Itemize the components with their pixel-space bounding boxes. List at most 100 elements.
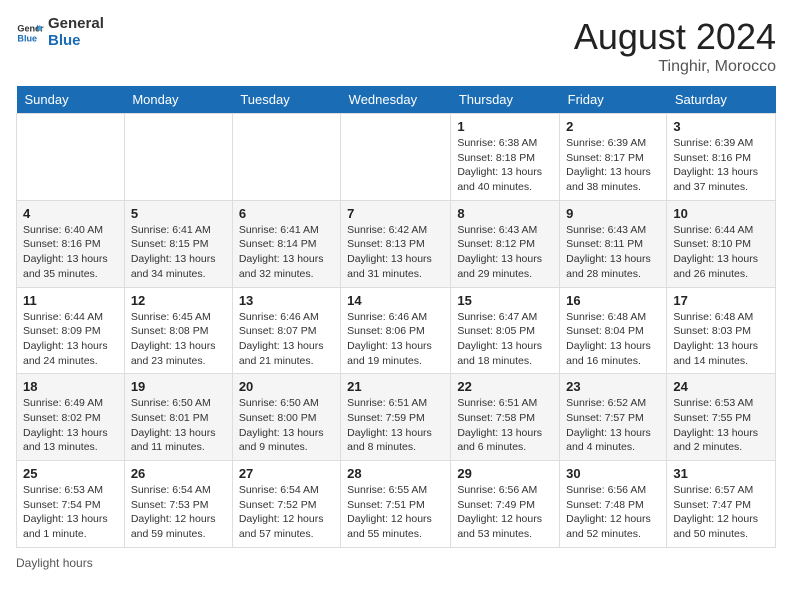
day-info: Sunrise: 6:41 AM Sunset: 8:14 PM Dayligh… [239,223,334,282]
day-info: Sunrise: 6:46 AM Sunset: 8:07 PM Dayligh… [239,310,334,369]
day-cell: 13Sunrise: 6:46 AM Sunset: 8:07 PM Dayli… [232,287,340,374]
title-area: August 2024 Tinghir, Morocco [574,16,776,76]
day-cell: 1 Sunrise: 6:38 AM Sunset: 8:18 PM Daylig… [451,114,560,201]
weekday-header-thursday: Thursday [451,86,560,114]
day-cell: 23 Sunrise: 6:52 AM Sunset: 7:57 PM Dayli… [560,374,667,461]
day-number: 14 [347,293,444,308]
day-number: 26 [131,466,226,481]
day-cell: 7Sunrise: 6:42 AM Sunset: 8:13 PM Daylig… [341,200,451,287]
weekday-header-row: SundayMondayTuesdayWednesdayThursdayFrid… [17,86,776,114]
day-info: Sunrise: 6:54 AM Sunset: 7:52 PM Dayligh… [239,483,334,542]
day-cell: 21Sunrise: 6:51 AM Sunset: 7:59 PM Dayli… [341,374,451,461]
day-info: Sunrise: 6:45 AM Sunset: 8:08 PM Dayligh… [131,310,226,369]
day-number: 6 [239,206,334,221]
week-row-1: 1 Sunrise: 6:38 AM Sunset: 8:18 PM Daylig… [17,114,776,201]
day-number: 11 [23,293,118,308]
logo-icon: General Blue [16,19,44,47]
day-info: Sunrise: 6:57 AM Sunset: 7:47 PM Dayligh… [673,483,769,542]
day-cell [341,114,451,201]
footer-note: Daylight hours [16,556,776,570]
day-number: 2 [566,119,660,134]
day-number: 16 [566,293,660,308]
day-number: 9 [566,206,660,221]
day-cell: 20Sunrise: 6:50 AM Sunset: 8:00 PM Dayli… [232,374,340,461]
day-number: 12 [131,293,226,308]
day-cell: 30Sunrise: 6:56 AM Sunset: 7:48 PM Dayli… [560,461,667,548]
day-cell: 9 Sunrise: 6:43 AM Sunset: 8:11 PM Daylig… [560,200,667,287]
day-number: 24 [673,379,769,394]
day-info: Sunrise: 6:48 AM Sunset: 8:03 PM Dayligh… [673,310,769,369]
day-info: Sunrise: 6:49 AM Sunset: 8:02 PM Dayligh… [23,396,118,455]
day-info: Sunrise: 6:39 AM Sunset: 8:16 PM Dayligh… [673,136,769,195]
weekday-header-tuesday: Tuesday [232,86,340,114]
day-cell: 4 Sunrise: 6:40 AM Sunset: 8:16 PM Daylig… [17,200,125,287]
day-number: 10 [673,206,769,221]
header: General Blue General Blue August 2024 Ti… [16,16,776,76]
day-number: 31 [673,466,769,481]
day-info: Sunrise: 6:48 AM Sunset: 8:04 PM Dayligh… [566,310,660,369]
day-number: 30 [566,466,660,481]
day-cell [124,114,232,201]
day-info: Sunrise: 6:42 AM Sunset: 8:13 PM Dayligh… [347,223,444,282]
day-info: Sunrise: 6:51 AM Sunset: 7:58 PM Dayligh… [457,396,553,455]
day-number: 8 [457,206,553,221]
day-number: 3 [673,119,769,134]
calendar-table: SundayMondayTuesdayWednesdayThursdayFrid… [16,86,776,548]
day-info: Sunrise: 6:41 AM Sunset: 8:15 PM Dayligh… [131,223,226,282]
logo-blue-text: Blue [48,33,104,50]
day-cell [17,114,125,201]
day-cell: 5 Sunrise: 6:41 AM Sunset: 8:15 PM Daylig… [124,200,232,287]
day-info: Sunrise: 6:55 AM Sunset: 7:51 PM Dayligh… [347,483,444,542]
day-number: 1 [457,119,553,134]
day-info: Sunrise: 6:52 AM Sunset: 7:57 PM Dayligh… [566,396,660,455]
weekday-header-saturday: Saturday [667,86,776,114]
day-cell: 24 Sunrise: 6:53 AM Sunset: 7:55 PM Dayli… [667,374,776,461]
day-number: 17 [673,293,769,308]
day-number: 5 [131,206,226,221]
day-number: 23 [566,379,660,394]
location: Tinghir, Morocco [574,58,776,76]
day-number: 20 [239,379,334,394]
weekday-header-wednesday: Wednesday [341,86,451,114]
day-info: Sunrise: 6:50 AM Sunset: 8:01 PM Dayligh… [131,396,226,455]
day-cell: 6 Sunrise: 6:41 AM Sunset: 8:14 PM Daylig… [232,200,340,287]
day-cell: 26Sunrise: 6:54 AM Sunset: 7:53 PM Dayli… [124,461,232,548]
day-cell [232,114,340,201]
day-info: Sunrise: 6:38 AM Sunset: 8:18 PM Dayligh… [457,136,553,195]
day-number: 21 [347,379,444,394]
day-info: Sunrise: 6:46 AM Sunset: 8:06 PM Dayligh… [347,310,444,369]
day-number: 4 [23,206,118,221]
month-year: August 2024 [574,16,776,58]
day-cell: 11Sunrise: 6:44 AM Sunset: 8:09 PM Dayli… [17,287,125,374]
day-number: 15 [457,293,553,308]
day-info: Sunrise: 6:53 AM Sunset: 7:55 PM Dayligh… [673,396,769,455]
day-info: Sunrise: 6:44 AM Sunset: 8:10 PM Dayligh… [673,223,769,282]
day-cell: 17 Sunrise: 6:48 AM Sunset: 8:03 PM Dayli… [667,287,776,374]
weekday-header-sunday: Sunday [17,86,125,114]
weekday-header-monday: Monday [124,86,232,114]
day-cell: 28 Sunrise: 6:55 AM Sunset: 7:51 PM Dayli… [341,461,451,548]
week-row-4: 18Sunrise: 6:49 AM Sunset: 8:02 PM Dayli… [17,374,776,461]
day-cell: 31 Sunrise: 6:57 AM Sunset: 7:47 PM Dayli… [667,461,776,548]
logo-general-text: General [48,16,104,33]
day-cell: 25Sunrise: 6:53 AM Sunset: 7:54 PM Dayli… [17,461,125,548]
day-info: Sunrise: 6:39 AM Sunset: 8:17 PM Dayligh… [566,136,660,195]
day-cell: 29Sunrise: 6:56 AM Sunset: 7:49 PM Dayli… [451,461,560,548]
day-number: 27 [239,466,334,481]
day-number: 19 [131,379,226,394]
day-info: Sunrise: 6:43 AM Sunset: 8:11 PM Dayligh… [566,223,660,282]
day-cell: 15 Sunrise: 6:47 AM Sunset: 8:05 PM Dayli… [451,287,560,374]
day-cell: 19 Sunrise: 6:50 AM Sunset: 8:01 PM Dayli… [124,374,232,461]
logo: General Blue General Blue [16,16,104,49]
weekday-header-friday: Friday [560,86,667,114]
week-row-5: 25Sunrise: 6:53 AM Sunset: 7:54 PM Dayli… [17,461,776,548]
day-info: Sunrise: 6:47 AM Sunset: 8:05 PM Dayligh… [457,310,553,369]
day-number: 28 [347,466,444,481]
day-cell: 3 Sunrise: 6:39 AM Sunset: 8:16 PM Daylig… [667,114,776,201]
day-number: 29 [457,466,553,481]
day-info: Sunrise: 6:40 AM Sunset: 8:16 PM Dayligh… [23,223,118,282]
day-cell: 22Sunrise: 6:51 AM Sunset: 7:58 PM Dayli… [451,374,560,461]
day-info: Sunrise: 6:43 AM Sunset: 8:12 PM Dayligh… [457,223,553,282]
day-cell: 16 Sunrise: 6:48 AM Sunset: 8:04 PM Dayli… [560,287,667,374]
day-cell: 27 Sunrise: 6:54 AM Sunset: 7:52 PM Dayli… [232,461,340,548]
